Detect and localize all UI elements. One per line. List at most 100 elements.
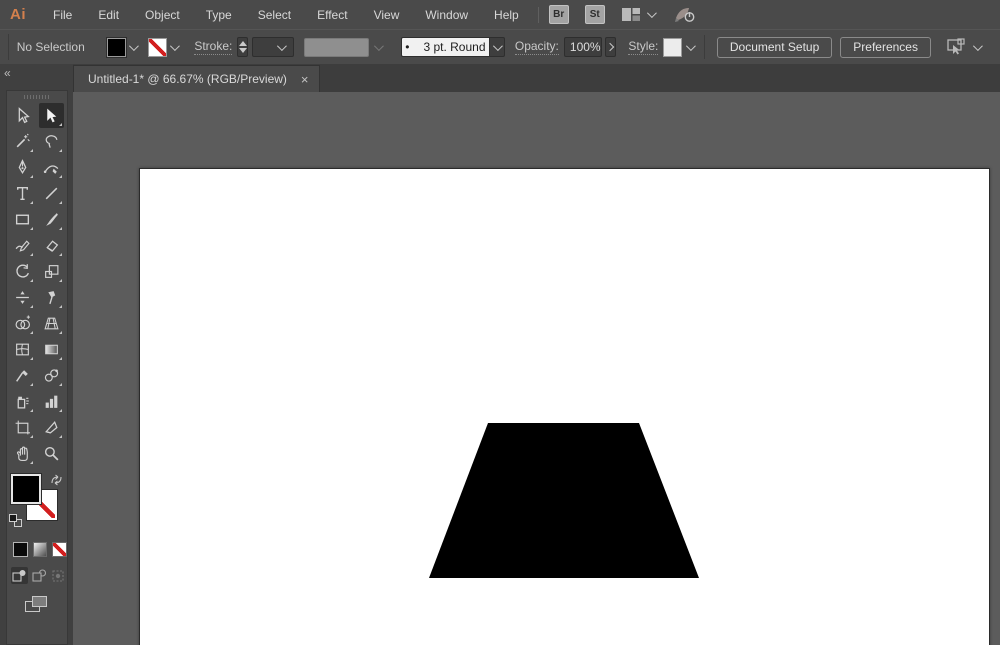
width-tool[interactable]	[10, 285, 35, 310]
paintbrush-tool[interactable]	[39, 207, 64, 232]
variable-width-profile-dropdown	[373, 38, 383, 57]
controlbar-edge	[8, 34, 9, 60]
control-bar: No Selection Stroke: • 3 pt. Round Opaci…	[0, 29, 1000, 64]
lasso-tool[interactable]	[39, 129, 64, 154]
menu-edit[interactable]: Edit	[85, 0, 132, 29]
pen-tool[interactable]	[10, 155, 35, 180]
menu-help[interactable]: Help	[481, 0, 532, 29]
none-button[interactable]	[52, 542, 67, 557]
menu-effect[interactable]: Effect	[304, 0, 360, 29]
close-tab-icon[interactable]: ×	[301, 73, 309, 86]
draw-normal-button[interactable]	[11, 567, 28, 584]
touch-workspace-control[interactable]	[945, 38, 980, 56]
main-area: «	[0, 64, 1000, 645]
shaper-tool[interactable]	[10, 233, 35, 258]
color-button[interactable]	[13, 542, 28, 557]
menu-view[interactable]: View	[361, 0, 413, 29]
preferences-button[interactable]: Preferences	[840, 37, 931, 58]
direct-selection-tool[interactable]	[39, 103, 64, 128]
gradient-tool[interactable]	[39, 337, 64, 362]
shaper-tool-icon	[14, 237, 31, 254]
scale-tool[interactable]	[39, 259, 64, 284]
draw-inside-button[interactable]	[50, 567, 67, 584]
stock-button[interactable]: St	[585, 5, 605, 24]
selection-tool[interactable]	[10, 103, 35, 128]
bridge-button[interactable]: Br	[549, 5, 569, 24]
opacity-field[interactable]: 100%	[564, 37, 602, 57]
shape-builder-tool[interactable]	[10, 311, 35, 336]
type-tool[interactable]	[10, 181, 35, 206]
zoom-tool[interactable]	[39, 441, 64, 466]
artboard-tool[interactable]	[10, 415, 35, 440]
mesh-tool[interactable]	[10, 337, 35, 362]
rotate-tool[interactable]	[10, 259, 35, 284]
document-setup-button[interactable]: Document Setup	[717, 37, 832, 58]
menu-select[interactable]: Select	[245, 0, 304, 29]
brush-definition-control[interactable]: • 3 pt. Round	[401, 37, 505, 57]
fill-color-indicator[interactable]	[11, 474, 41, 504]
style-dropdown[interactable]	[684, 38, 694, 57]
menu-type[interactable]: Type	[193, 0, 245, 29]
menu-object[interactable]: Object	[132, 0, 193, 29]
hand-tool-icon	[14, 445, 31, 462]
stroke-weight-label[interactable]: Stroke:	[194, 39, 232, 55]
curvature-tool-icon	[43, 159, 60, 176]
canvas[interactable]	[73, 92, 1000, 645]
magic-wand-tool[interactable]	[10, 129, 35, 154]
chevron-down-icon	[686, 41, 696, 51]
arrange-documents-control[interactable]	[621, 7, 654, 22]
stroke-color-swatch[interactable]	[148, 38, 167, 57]
panel-grip[interactable]	[24, 95, 50, 99]
fill-stroke-indicator	[9, 474, 67, 530]
fill-color-dropdown[interactable]	[128, 38, 138, 57]
puppet-warp-tool[interactable]	[39, 285, 64, 310]
stroke-color-dropdown[interactable]	[169, 38, 179, 57]
stroke-weight-dropdown[interactable]	[273, 38, 287, 57]
document-tab[interactable]: Untitled-1* @ 66.67% (RGB/Preview) ×	[73, 65, 320, 92]
stroke-weight-stepper[interactable]	[237, 37, 248, 57]
document-tab-title: Untitled-1* @ 66.67% (RGB/Preview)	[88, 72, 287, 86]
symbol-sprayer-tool[interactable]	[10, 389, 35, 414]
gpu-performance-control[interactable]	[674, 6, 696, 23]
variable-width-profile-preview	[304, 38, 369, 57]
selection-status: No Selection	[17, 40, 85, 54]
menu-file[interactable]: File	[40, 0, 85, 29]
opacity-label[interactable]: Opacity:	[515, 39, 559, 55]
perspective-grid-tool[interactable]	[39, 311, 64, 336]
line-segment-tool[interactable]	[39, 181, 64, 206]
brush-definition-dropdown[interactable]	[489, 37, 505, 57]
pen-tool-icon	[14, 159, 31, 176]
slice-tool[interactable]	[39, 415, 64, 440]
hand-tool[interactable]	[10, 441, 35, 466]
artwork-trapezoid[interactable]	[429, 423, 699, 578]
collapse-panel-button[interactable]: «	[4, 66, 11, 80]
style-label[interactable]: Style:	[628, 39, 658, 55]
gradient-button[interactable]	[33, 542, 48, 557]
stepper-down-icon	[239, 48, 247, 53]
fill-color-swatch[interactable]	[107, 38, 126, 57]
illustrator-window: Ai File Edit Object Type Select Effect V…	[0, 0, 1000, 645]
change-screen-mode-button[interactable]	[25, 596, 49, 614]
eraser-tool[interactable]	[39, 233, 64, 258]
brush-definition-field[interactable]: • 3 pt. Round	[401, 37, 489, 57]
style-swatch[interactable]	[663, 38, 682, 57]
stroke-weight-field[interactable]	[252, 37, 294, 57]
draw-behind-button[interactable]	[31, 567, 48, 584]
menu-window[interactable]: Window	[412, 0, 481, 29]
chevron-down-icon	[129, 41, 139, 51]
chevron-down-icon	[374, 41, 384, 51]
app-logo: Ai	[0, 6, 40, 23]
curvature-tool[interactable]	[39, 155, 64, 180]
swap-fill-stroke-icon[interactable]	[50, 474, 63, 486]
eyedropper-tool[interactable]	[10, 363, 35, 388]
default-fill-stroke-icon[interactable]	[9, 514, 22, 527]
rectangle-tool[interactable]	[10, 207, 35, 232]
blend-tool[interactable]	[39, 363, 64, 388]
perspective-grid-tool-icon	[43, 315, 60, 332]
artboard-tool-icon	[14, 419, 31, 436]
opacity-expand-button[interactable]	[605, 37, 617, 57]
direct-selection-tool-icon	[43, 107, 60, 124]
column-graph-tool[interactable]	[39, 389, 64, 414]
brush-bullet-icon: •	[405, 40, 409, 54]
selection-tool-icon	[14, 107, 31, 124]
